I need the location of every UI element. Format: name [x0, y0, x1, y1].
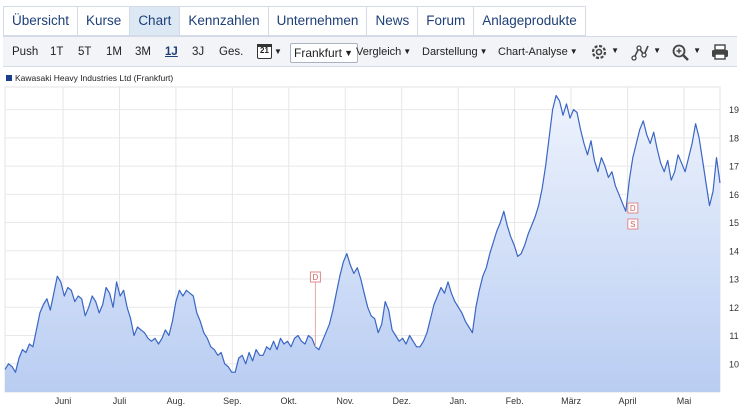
gear-icon[interactable]: ▼	[589, 41, 619, 63]
y-tick-label: 16	[729, 190, 739, 200]
y-tick-label: 10	[729, 359, 739, 369]
x-tick-label: April	[619, 396, 637, 406]
zoom-icon[interactable]: ▼	[671, 41, 701, 63]
exchange-select[interactable]: Frankfurt ▼	[290, 43, 358, 63]
calendar-icon[interactable]: 21	[257, 44, 272, 59]
caret-down-icon: ▼	[693, 46, 701, 55]
x-tick-label: März	[561, 396, 581, 406]
event-marker-label: D	[630, 204, 636, 213]
x-tick-label: Mai	[677, 396, 692, 406]
y-tick-label: 19	[729, 105, 739, 115]
menu-chart-analyse-label: Chart-Analyse	[498, 46, 568, 58]
tab-chart[interactable]: Chart	[129, 6, 180, 36]
period-1t[interactable]: 1T	[50, 37, 63, 67]
chart-toolbar: Push 1T 5T 1M 3M 1J 3J Ges. 21 ▼ Frankfu…	[3, 36, 737, 67]
x-tick-label: Juni	[55, 396, 72, 406]
y-tick-label: 18	[729, 133, 739, 143]
event-marker-label: S	[630, 220, 635, 229]
caret-down-icon: ▼	[479, 47, 488, 56]
y-tick-label: 11	[729, 331, 738, 341]
caret-down-icon: ▼	[611, 46, 619, 55]
x-tick-label: Sep.	[223, 396, 242, 406]
menu-chart-analyse[interactable]: Chart-Analyse ▼	[498, 37, 578, 67]
event-marker[interactable]: S	[627, 218, 639, 230]
main-tabs: Übersicht Kurse Chart Kennzahlen Unternehmen…	[3, 6, 586, 36]
tab-kennzahlen[interactable]: Kennzahlen	[179, 6, 268, 36]
period-3j[interactable]: 3J	[192, 37, 204, 67]
tab-uebersicht[interactable]: Übersicht	[3, 6, 78, 36]
event-marker-label: D	[313, 273, 319, 282]
y-tick-label: 15	[729, 218, 739, 228]
menu-vergleich[interactable]: Vergleich ▼	[356, 37, 411, 67]
x-tick-label: Feb.	[506, 396, 524, 406]
calendar-day: 21	[260, 46, 269, 55]
period-1j[interactable]: 1J	[165, 37, 178, 67]
legend-swatch	[6, 75, 12, 81]
y-tick-label: 17	[729, 162, 739, 172]
y-tick-label: 12	[729, 303, 739, 313]
menu-darstellung[interactable]: Darstellung ▼	[422, 37, 488, 67]
menu-darstellung-label: Darstellung	[422, 46, 478, 58]
tab-anlageprodukte[interactable]: Anlageprodukte	[473, 6, 586, 36]
chevron-down-icon: ▼	[344, 48, 353, 58]
caret-down-icon: ▼	[569, 47, 578, 56]
period-ges[interactable]: Ges.	[219, 37, 243, 67]
print-icon[interactable]	[710, 41, 730, 63]
indicator-icon[interactable]: ▼	[631, 41, 661, 63]
caret-down-icon: ▼	[403, 47, 412, 56]
period-3m[interactable]: 3M	[135, 37, 151, 67]
menu-vergleich-label: Vergleich	[356, 46, 402, 58]
period-push[interactable]: Push	[12, 37, 38, 67]
tab-unternehmen[interactable]: Unternehmen	[267, 6, 367, 36]
event-marker[interactable]: D	[627, 202, 639, 214]
tab-kurse[interactable]: Kurse	[77, 6, 130, 36]
caret-down-icon: ▼	[653, 46, 661, 55]
legend-label: Kawasaki Heavy Industries Ltd (Frankfurt…	[15, 73, 174, 83]
period-5t[interactable]: 5T	[78, 37, 91, 67]
x-tick-label: Juli	[113, 396, 127, 406]
x-tick-label: Nov.	[336, 396, 354, 406]
y-tick-label: 14	[729, 246, 739, 256]
x-tick-label: Jan.	[450, 396, 467, 406]
y-tick-label: 13	[729, 275, 739, 285]
tab-forum[interactable]: Forum	[417, 6, 474, 36]
x-tick-label: Aug.	[167, 396, 186, 406]
x-tick-label: Okt.	[281, 396, 298, 406]
exchange-value: Frankfurt	[294, 46, 343, 60]
chart-legend: Kawasaki Heavy Industries Ltd (Frankfurt…	[6, 73, 173, 83]
period-1m[interactable]: 1M	[106, 37, 122, 67]
price-chart[interactable]: DDS10111213141516171819Juni Juli Aug. Sep. O…	[0, 84, 740, 411]
calendar-caret[interactable]: ▼	[274, 37, 282, 67]
x-tick-label: Dez.	[392, 396, 411, 406]
tab-news[interactable]: News	[366, 6, 418, 36]
